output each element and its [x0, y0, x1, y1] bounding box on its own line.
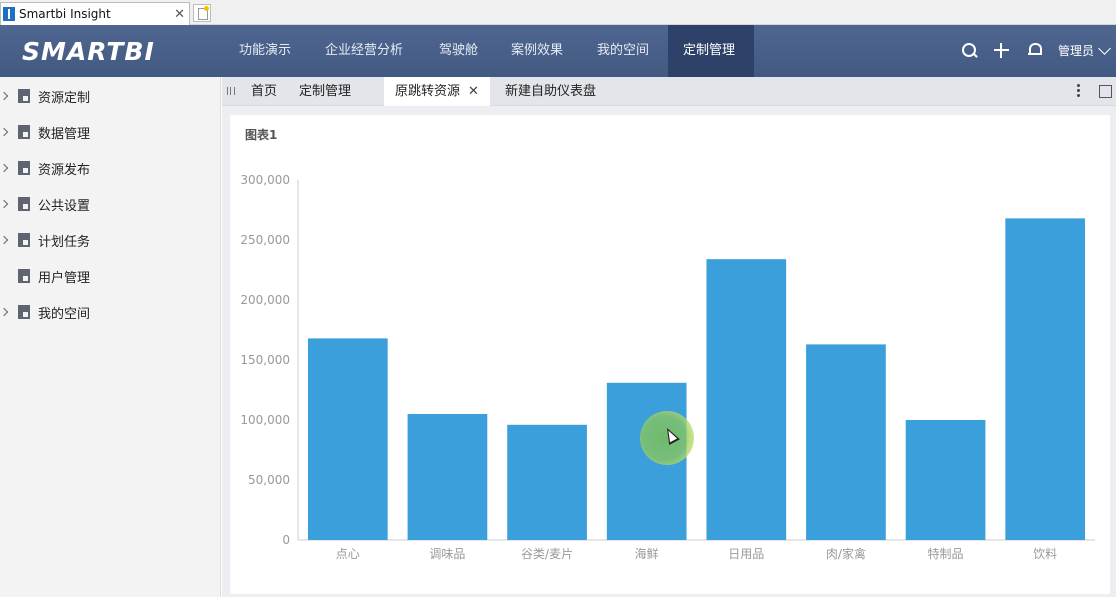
bar-3 — [507, 424, 587, 540]
maximize-icon[interactable] — [1099, 85, 1112, 98]
x-tick-label: 海鲜 — [635, 546, 659, 561]
resource-publish-icon — [18, 161, 30, 175]
sidebar-item-data-management[interactable]: 数据管理 — [0, 114, 221, 150]
sidebar-item-label: 我的空间 — [38, 306, 91, 322]
chevron-right-icon[interactable] — [0, 235, 9, 245]
sidebar-item-label: 资源发布 — [38, 162, 91, 178]
bar-6 — [806, 344, 886, 540]
smartbi-logo[interactable]: SMARTBI — [22, 37, 155, 66]
sidebar-item-resource-custom[interactable]: 资源定制 — [0, 78, 221, 114]
sidebar: 资源定制 数据管理 资源发布 公共设置 计划任务 用户管理 我的空间 — [0, 77, 221, 597]
tab-custom-management[interactable]: 定制管理 — [299, 77, 351, 106]
chevron-right-icon[interactable] — [0, 91, 9, 101]
x-tick-label: 调味品 — [429, 547, 465, 561]
nav-item-business-analysis[interactable]: 企业经营分析 — [310, 25, 418, 77]
tab-new-dashboard[interactable]: 新建自助仪表盘 — [505, 77, 596, 106]
new-tab-icon[interactable] — [193, 4, 211, 22]
y-tick-label: 250,000 — [240, 233, 290, 247]
chevron-right-icon[interactable] — [0, 199, 9, 209]
chevron-right-icon[interactable] — [0, 127, 9, 137]
y-tick-label: 100,000 — [240, 413, 290, 427]
browser-tab-title: Smartbi Insight — [19, 7, 111, 21]
sidebar-item-label: 数据管理 — [38, 126, 91, 142]
bar-2 — [407, 414, 488, 540]
user-menu-label[interactable]: 管理员 — [1058, 25, 1094, 77]
chart-panel: 图表1 0 50,000 100,000 150,000 200,000 250,000 3… — [230, 115, 1110, 594]
user-manage-icon — [18, 269, 30, 283]
bar-7 — [905, 420, 986, 540]
scheduled-task-icon — [18, 233, 30, 247]
plus-icon[interactable] — [994, 43, 1009, 58]
browser-tab-strip: Smartbi Insight ✕ — [0, 0, 1116, 25]
data-manage-icon — [18, 125, 30, 139]
top-navigation-bar: SMARTBI 功能演示 企业经营分析 驾驶舱 案例效果 我的空间 定制管理 管… — [0, 25, 1116, 77]
sidebar-item-scheduled-tasks[interactable]: 计划任务 — [0, 222, 221, 258]
y-tick-label: 300,000 — [240, 173, 290, 187]
browser-tab-close-icon[interactable]: ✕ — [174, 7, 185, 22]
nav-item-case-effects[interactable]: 案例效果 — [496, 25, 578, 77]
smartbi-favicon-icon — [3, 7, 15, 21]
sidebar-item-user-management[interactable]: 用户管理 — [0, 258, 221, 294]
tab-label: 原跳转资源 — [395, 84, 461, 99]
search-icon[interactable] — [962, 43, 976, 57]
sidebar-item-resource-publish[interactable]: 资源发布 — [0, 150, 221, 186]
bar-5 — [706, 259, 787, 540]
bar-chart[interactable]: 0 50,000 100,000 150,000 200,000 250,000 300,0… — [230, 115, 1110, 594]
sidebar-item-label: 用户管理 — [38, 270, 91, 286]
tab-close-icon[interactable]: ✕ — [468, 84, 479, 99]
bell-icon[interactable] — [1028, 42, 1042, 57]
sidebar-item-public-settings[interactable]: 公共设置 — [0, 186, 221, 222]
public-settings-icon — [18, 197, 30, 211]
tab-bar: 首页 定制管理 原跳转资源 ✕ 新建自助仪表盘 — [222, 77, 1116, 106]
x-tick-label: 谷类/麦片 — [521, 547, 573, 561]
sidebar-item-label: 计划任务 — [38, 234, 91, 250]
sidebar-item-my-space[interactable]: 我的空间 — [0, 294, 221, 330]
y-tick-label: 50,000 — [248, 473, 290, 487]
y-tick-label: 0 — [282, 533, 290, 547]
tab-home[interactable]: 首页 — [251, 77, 277, 106]
content-area: 图表1 0 50,000 100,000 150,000 200,000 250,000 3… — [222, 106, 1116, 597]
nav-item-cockpit[interactable]: 驾驶舱 — [424, 25, 493, 77]
sidebar-item-label: 公共设置 — [38, 198, 91, 214]
sidebar-item-label: 资源定制 — [38, 90, 91, 106]
x-tick-label: 点心 — [336, 547, 360, 561]
x-tick-label: 肉/家禽 — [826, 546, 866, 561]
more-options-icon[interactable] — [1077, 84, 1081, 99]
x-tick-label: 饮料 — [1033, 547, 1057, 561]
bar-8 — [1005, 218, 1086, 540]
x-tick-label: 日用品 — [728, 547, 764, 561]
chevron-right-icon[interactable] — [0, 307, 9, 317]
collapse-grip-icon[interactable] — [227, 87, 235, 95]
y-tick-label: 200,000 — [240, 293, 290, 307]
bar-1 — [307, 338, 388, 540]
resource-custom-icon — [18, 89, 30, 103]
my-space-icon — [18, 305, 30, 319]
chevron-down-icon[interactable] — [1098, 42, 1111, 55]
nav-item-demo[interactable]: 功能演示 — [224, 25, 306, 77]
tab-redirect-resource[interactable]: 原跳转资源 ✕ — [384, 77, 490, 106]
nav-item-custom-management[interactable]: 定制管理 — [668, 25, 754, 77]
x-tick-label: 特制品 — [928, 546, 964, 561]
y-tick-label: 150,000 — [240, 353, 290, 367]
browser-tab[interactable]: Smartbi Insight ✕ — [0, 2, 190, 25]
nav-item-my-space[interactable]: 我的空间 — [582, 25, 664, 77]
chevron-right-icon[interactable] — [0, 163, 9, 173]
